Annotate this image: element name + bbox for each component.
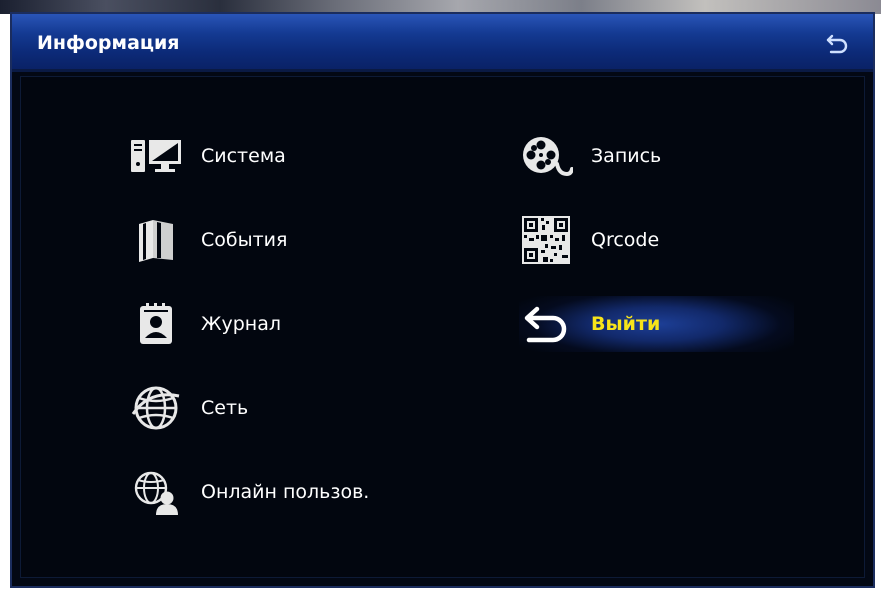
menu-item-network[interactable]: Сеть: [129, 380, 369, 436]
dialog-title: Информация: [37, 32, 180, 54]
contact-card-icon: [129, 297, 183, 351]
screen: Информация Система События Журнал Сеть О…: [0, 0, 881, 591]
menu-item-label: Журнал: [201, 313, 281, 335]
menu-panel: Система События Журнал Сеть Онлайн польз…: [20, 76, 865, 578]
return-arrow-icon: [519, 297, 573, 351]
menu-item-label: Выйти: [591, 313, 661, 335]
film-reel-icon: [519, 129, 573, 183]
menu-item-record[interactable]: Запись: [519, 128, 759, 184]
qr-code-icon: [519, 213, 573, 267]
menu-item-online-users[interactable]: Онлайн пользов.: [129, 464, 429, 520]
book-icon: [129, 213, 183, 267]
globe-user-icon: [129, 465, 183, 519]
menu-item-label: Qrcode: [591, 229, 660, 251]
globe-icon: [129, 381, 183, 435]
menu-item-label: Запись: [591, 145, 662, 167]
menu-item-qrcode[interactable]: Qrcode: [519, 212, 759, 268]
menu-item-system[interactable]: Система: [129, 128, 369, 184]
back-arrow-icon: [826, 34, 848, 54]
info-dialog: Информация Система События Журнал Сеть О…: [10, 12, 875, 588]
menu-item-label: Сеть: [201, 397, 249, 419]
menu-item-events[interactable]: События: [129, 212, 369, 268]
computer-monitor-icon: [129, 129, 183, 183]
menu-item-label: Система: [201, 145, 286, 167]
menu-item-label: Онлайн пользов.: [201, 481, 370, 503]
menu-item-label: События: [201, 229, 288, 251]
menu-item-journal[interactable]: Журнал: [129, 296, 369, 352]
menu-item-exit[interactable]: Выйти: [519, 296, 794, 352]
back-button[interactable]: [825, 32, 851, 54]
title-bar: Информация: [12, 14, 873, 72]
